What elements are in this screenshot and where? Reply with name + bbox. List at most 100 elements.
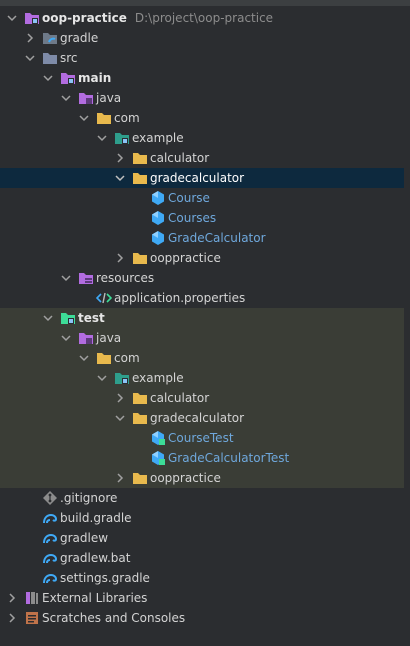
- tree-row-main-ooppractice[interactable]: ooppractice: [0, 248, 410, 268]
- tree-label: com: [114, 111, 140, 125]
- tree-row-course[interactable]: Course: [0, 188, 410, 208]
- chevron-down-icon[interactable]: [6, 8, 18, 28]
- chevron-down-icon[interactable]: [78, 348, 90, 368]
- tree-row-src[interactable]: src: [0, 48, 410, 68]
- tree-row-resources[interactable]: resources: [0, 268, 410, 288]
- tree-row-main-calculator[interactable]: calculator: [0, 148, 410, 168]
- scrollbar[interactable]: [404, 8, 410, 644]
- tree-label: calculator: [150, 391, 210, 405]
- tree-label: External Libraries: [42, 591, 148, 605]
- project-tree[interactable]: oop-practice D:\project\oop-practice grad…: [0, 8, 410, 628]
- folder-icon: [132, 470, 148, 486]
- tree-row-gradle[interactable]: gradle: [0, 28, 410, 48]
- project-name: oop-practice: [42, 11, 127, 25]
- chevron-right-icon[interactable]: [6, 588, 18, 608]
- tree-label: Course: [168, 191, 210, 205]
- tree-row-main-java[interactable]: java: [0, 88, 410, 108]
- tree-row-gradecalculatortest[interactable]: GradeCalculatorTest: [0, 448, 410, 468]
- tree-label: Courses: [168, 211, 217, 225]
- class-icon: [150, 210, 166, 226]
- chevron-right-icon[interactable]: [114, 388, 126, 408]
- chevron-right-icon[interactable]: [114, 468, 126, 488]
- code-file-icon: [95, 290, 113, 306]
- chevron-right-icon[interactable]: [6, 608, 18, 628]
- chevron-down-icon[interactable]: [42, 68, 54, 88]
- tab-strip: [0, 0, 410, 6]
- chevron-down-icon[interactable]: [60, 268, 72, 288]
- chevron-down-icon[interactable]: [96, 368, 108, 388]
- package-icon: [96, 110, 112, 126]
- tree-row-test-ooppractice[interactable]: ooppractice: [0, 468, 410, 488]
- tree-row-test-java[interactable]: java: [0, 328, 410, 348]
- git-icon: [42, 490, 58, 506]
- package-icon: [114, 370, 130, 386]
- tree-label: java: [96, 91, 122, 105]
- tree-label: settings.gradle: [60, 571, 150, 585]
- gradle-icon: [42, 550, 58, 566]
- tree-row-scratches[interactable]: Scratches and Consoles: [0, 608, 410, 628]
- tree-row-main-com[interactable]: com: [0, 108, 410, 128]
- tree-row-test-calculator[interactable]: calculator: [0, 388, 410, 408]
- tree-row-main-example[interactable]: example: [0, 128, 410, 148]
- tree-label: com: [114, 351, 140, 365]
- tree-row-gradlew[interactable]: gradlew: [0, 528, 410, 548]
- chevron-down-icon[interactable]: [24, 48, 36, 68]
- folder-icon: [132, 150, 148, 166]
- tree-row-gradecalculator-class[interactable]: GradeCalculator: [0, 228, 410, 248]
- tree-label: .gitignore: [60, 491, 118, 505]
- tree-label: ooppractice: [150, 471, 221, 485]
- tree-label: ooppractice: [150, 251, 221, 265]
- tree-row-test[interactable]: test: [0, 308, 410, 328]
- chevron-right-icon[interactable]: [114, 148, 126, 168]
- chevron-down-icon[interactable]: [42, 308, 54, 328]
- tree-row-test-example[interactable]: example: [0, 368, 410, 388]
- tree-label: build.gradle: [60, 511, 132, 525]
- folder-icon: [42, 30, 58, 46]
- chevron-down-icon[interactable]: [114, 168, 126, 188]
- tree-row-project-root[interactable]: oop-practice D:\project\oop-practice: [0, 8, 410, 28]
- tree-label: GradeCalculatorTest: [168, 451, 290, 465]
- source-root-icon: [78, 90, 94, 106]
- gradle-icon: [42, 510, 58, 526]
- package-icon: [114, 130, 130, 146]
- tree-row-coursetest[interactable]: CourseTest: [0, 428, 410, 448]
- tree-row-test-gradecalculator[interactable]: gradecalculator: [0, 408, 410, 428]
- chevron-down-icon[interactable]: [60, 88, 72, 108]
- package-icon: [96, 350, 112, 366]
- tree-label: resources: [96, 271, 155, 285]
- tree-row-test-com[interactable]: com: [0, 348, 410, 368]
- project-path: D:\project\oop-practice: [134, 11, 274, 25]
- tree-label: example: [132, 371, 184, 385]
- module-folder-icon: [60, 70, 76, 86]
- tree-row-main-gradecalculator[interactable]: gradecalculator: [0, 168, 410, 188]
- tree-row-settings-gradle[interactable]: settings.gradle: [0, 568, 410, 588]
- tree-row-gitignore[interactable]: .gitignore: [0, 488, 410, 508]
- test-class-icon: [150, 450, 166, 466]
- source-root-icon: [78, 330, 94, 346]
- tree-label: src: [60, 51, 78, 65]
- tree-label: test: [78, 311, 105, 325]
- tree-label: application.properties: [114, 291, 246, 305]
- tree-label: example: [132, 131, 184, 145]
- gradle-icon: [42, 530, 58, 546]
- tree-row-gradlew-bat[interactable]: gradlew.bat: [0, 548, 410, 568]
- tree-label: Scratches and Consoles: [42, 611, 186, 625]
- tree-label: main: [78, 71, 112, 85]
- chevron-down-icon[interactable]: [60, 328, 72, 348]
- tree-label: gradlew.bat: [60, 551, 131, 565]
- tree-row-build-gradle[interactable]: build.gradle: [0, 508, 410, 528]
- tree-label: gradlew: [60, 531, 109, 545]
- tree-row-courses[interactable]: Courses: [0, 208, 410, 228]
- tree-row-application-properties[interactable]: application.properties: [0, 288, 410, 308]
- folder-icon: [132, 170, 148, 186]
- folder-icon: [132, 250, 148, 266]
- folder-icon: [132, 390, 148, 406]
- tree-row-external-libraries[interactable]: External Libraries: [0, 588, 410, 608]
- chevron-down-icon[interactable]: [96, 128, 108, 148]
- tree-row-main[interactable]: main: [0, 68, 410, 88]
- chevron-down-icon[interactable]: [78, 108, 90, 128]
- chevron-right-icon[interactable]: [24, 28, 36, 48]
- chevron-right-icon[interactable]: [114, 248, 126, 268]
- tree-label: GradeCalculator: [168, 231, 266, 245]
- chevron-down-icon[interactable]: [114, 408, 126, 428]
